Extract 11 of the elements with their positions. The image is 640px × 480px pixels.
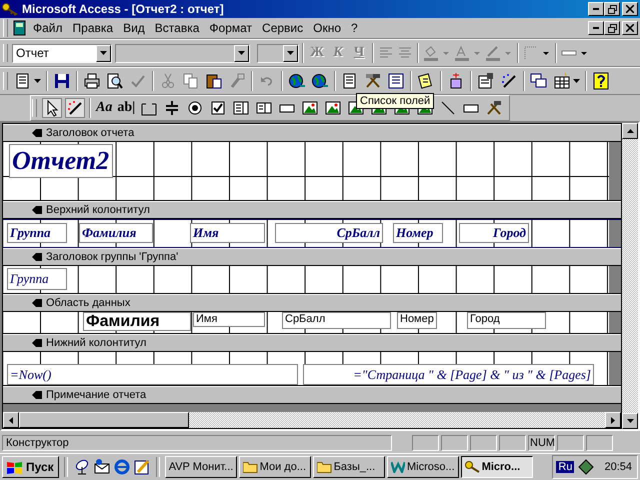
clock: 20:54 bbox=[604, 461, 632, 473]
section-title: Заголовок отчета bbox=[46, 127, 134, 139]
status-text: Конструктор bbox=[2, 435, 392, 451]
section-title: Заголовок группы 'Группа' bbox=[46, 251, 178, 263]
section-title: Верхний колонтитул bbox=[46, 204, 150, 216]
tooltip: Список полей bbox=[356, 93, 434, 109]
section-title: Примечание отчета bbox=[46, 389, 146, 401]
section-title: Нижний колонтитул bbox=[46, 337, 146, 349]
num-lock-indicator: NUM bbox=[528, 435, 555, 451]
section-title: Область данных bbox=[46, 297, 130, 309]
window-title: Microsoft Access - [Отчет2 : отчет] bbox=[22, 2, 224, 16]
